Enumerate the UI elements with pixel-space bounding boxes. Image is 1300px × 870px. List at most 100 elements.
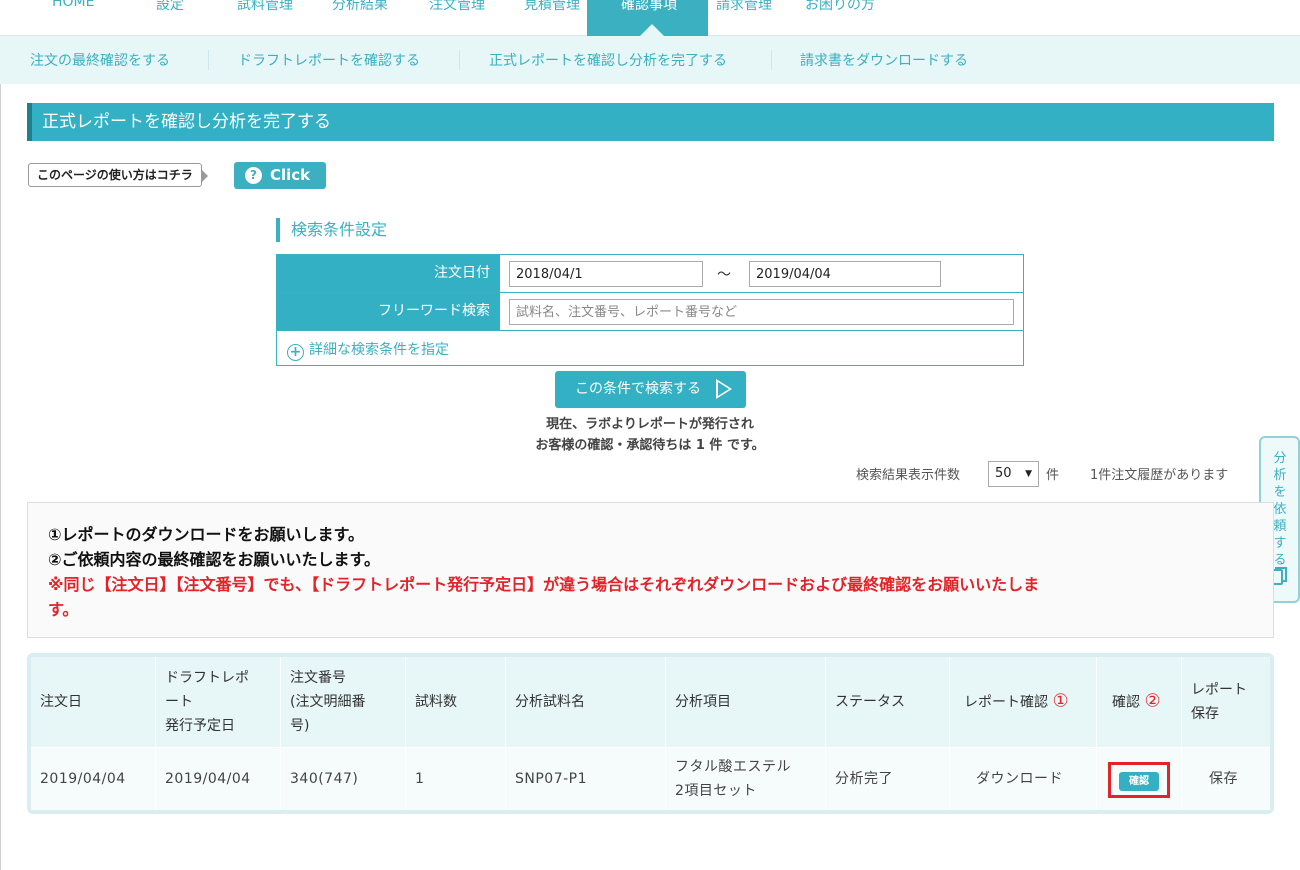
th-report-save-line2: 保存 <box>1191 706 1219 722</box>
confirm-highlight-box: 確認 <box>1108 762 1170 798</box>
confirm-button[interactable]: 確認 <box>1119 772 1159 791</box>
td-analysis-item-line2: 2項目セット <box>675 783 757 799</box>
active-nav-arrow <box>640 24 664 36</box>
nav-confirmation[interactable]: 確認事項 <box>621 0 677 14</box>
th-report-confirm-text: レポート確認 <box>964 694 1048 711</box>
plus-circle-icon: + <box>287 344 304 361</box>
sub-nav: 注文の最終確認をする ドラフトレポートを確認する 正式レポートを確認し分析を完了… <box>0 36 1300 84</box>
td-analysis-item-line1: フタル酸エステル <box>675 759 791 775</box>
th-order-date: 注文日 <box>31 657 156 747</box>
th-report-save-line1: レポート <box>1191 682 1247 698</box>
save-report-link[interactable]: 保存 <box>1209 767 1238 791</box>
howto-click-button[interactable]: ? Click <box>234 162 326 189</box>
subnav-invoice-download[interactable]: 請求書をダウンロードする <box>800 50 968 70</box>
global-nav: HOME 設定 試料管理 分析結果 注文管理 見積管理 確認事項 請求管理 お困… <box>0 0 1300 36</box>
nav-home[interactable]: HOME <box>52 0 94 10</box>
pending-line-1: 現在、ラボよりレポートが発行され <box>546 417 754 432</box>
td-sample-count: 1 <box>406 748 506 810</box>
th-sample-count-label: 試料数 <box>415 694 457 710</box>
search-form: 注文日付 〜 フリーワード検索 + 詳細な検索条件を指定 <box>276 254 1024 366</box>
nav-help[interactable]: お困りの方 <box>805 0 875 14</box>
nav-analysis-results[interactable]: 分析結果 <box>332 0 388 14</box>
th-confirm-text: 確認 <box>1112 694 1140 711</box>
subnav-final-order-confirm[interactable]: 注文の最終確認をする <box>30 50 170 70</box>
detail-search-link[interactable]: + 詳細な検索条件を指定 <box>287 339 449 361</box>
th-order-date-label: 注文日 <box>40 694 82 710</box>
result-count-label: 検索結果表示件数 <box>856 468 961 483</box>
td-order-date: 2019/04/04 <box>31 748 156 810</box>
search-submit-label: この条件で検索する <box>575 381 701 397</box>
pending-message: 現在、ラボよりレポートが発行され お客様の確認・承認待ちは 1 件 です。 <box>440 414 860 456</box>
th-sample-name: 分析試料名 <box>506 657 666 747</box>
th-confirm: 確認 ② <box>1097 657 1182 747</box>
th-draft-date-label: ドラフトレポ ート 発行予定日 <box>165 666 249 738</box>
th-status: ステータス <box>826 657 950 747</box>
nav-quote-management[interactable]: 見積管理 <box>524 0 580 14</box>
order-number-link[interactable]: 340(747) <box>290 767 358 791</box>
th-order-no: 注文番号 (注文明細番 号) <box>281 657 406 747</box>
download-report-link[interactable]: ダウンロード <box>976 767 1063 791</box>
play-arrow-icon <box>716 379 732 399</box>
td-report-save: 保存 <box>1182 748 1270 810</box>
notice-box: ①レポートのダウンロードをお願いします。 ②ご依頼内容の最終確認をお願いいたしま… <box>27 502 1274 638</box>
question-icon: ? <box>245 167 262 184</box>
search-submit-button[interactable]: この条件で検索する <box>555 371 746 408</box>
th-status-label: ステータス <box>835 694 905 710</box>
td-sample-name: SNP07-P1 <box>506 748 666 810</box>
th-report-confirm-num: ① <box>1052 690 1069 712</box>
subnav-draft-report[interactable]: ドラフトレポートを確認する <box>238 50 420 70</box>
nav-order-management[interactable]: 注文管理 <box>429 0 485 14</box>
howto-label: このページの使い方はコチラ <box>28 163 208 187</box>
result-count-unit: 件 <box>1046 468 1060 483</box>
search-heading: 検索条件設定 <box>276 218 387 242</box>
freeword-label: フリーワード検索 <box>277 293 500 330</box>
howto-click-label: Click <box>270 166 311 184</box>
result-count-value: 50 <box>995 466 1012 481</box>
th-analysis-item-label: 分析項目 <box>675 694 731 710</box>
table-row: 2019/04/04 2019/04/04 340(747) 1 SNP07-P… <box>31 748 1270 810</box>
freeword-input[interactable] <box>509 299 1014 325</box>
td-analysis-item: フタル酸エステル 2項目セット <box>666 748 826 810</box>
order-history-count: 1件注文履歴があります <box>1090 468 1229 483</box>
notice-line-2: ②ご依頼内容の最終確認をお願いいたします。 <box>48 550 380 569</box>
date-to-input[interactable] <box>749 261 941 287</box>
td-status: 分析完了 <box>826 748 950 810</box>
date-from-input[interactable] <box>509 261 703 287</box>
td-sample-count-value: 1 <box>415 771 425 787</box>
nav-sample-management[interactable]: 試料管理 <box>237 0 293 14</box>
td-draft-date-value: 2019/04/04 <box>165 771 251 787</box>
nav-settings[interactable]: 設定 <box>156 0 184 14</box>
th-report-confirm: レポート確認 ① <box>950 657 1097 747</box>
th-order-no-line1: 注文番号 <box>290 670 346 686</box>
td-sample-name-value: SNP07-P1 <box>515 771 588 787</box>
th-draft-line1: ドラフトレポ <box>165 670 249 686</box>
th-report-save: レポート 保存 <box>1182 657 1270 747</box>
notice-line-1: ①レポートのダウンロードをお願いします。 <box>48 525 364 544</box>
page-border <box>0 0 1 870</box>
td-confirm: 確認 <box>1097 748 1182 810</box>
table-header: 注文日 ドラフトレポ ート 発行予定日 注文番号 (注文明細番 号) 試料数 分… <box>31 657 1270 747</box>
subnav-divider <box>208 50 209 70</box>
td-report-confirm: ダウンロード <box>950 748 1097 810</box>
th-draft-line2: ート <box>165 694 193 710</box>
notice-warning-2: す。 <box>48 600 79 619</box>
detail-search-label: 詳細な検索条件を指定 <box>309 342 449 358</box>
order-date-label: 注文日付 <box>277 255 500 292</box>
subnav-official-report[interactable]: 正式レポートを確認し分析を完了する <box>489 50 727 70</box>
th-confirm-label: 確認 ② <box>1112 690 1161 715</box>
pending-line-2: お客様の確認・承認待ちは 1 件 です。 <box>535 438 765 453</box>
result-count-select[interactable]: 50 ▼ <box>988 461 1039 487</box>
freeword-row: フリーワード検索 <box>277 293 1023 331</box>
subnav-divider <box>459 50 460 70</box>
td-analysis-item-value: フタル酸エステル 2項目セット <box>675 755 791 803</box>
th-sample-count: 試料数 <box>406 657 506 747</box>
th-order-no-line2: (注文明細番 <box>290 694 366 710</box>
th-draft-line3: 発行予定日 <box>165 718 235 734</box>
subnav-divider <box>771 50 772 70</box>
th-sample-name-label: 分析試料名 <box>515 694 585 710</box>
nav-billing[interactable]: 請求管理 <box>716 0 772 14</box>
th-draft-date: ドラフトレポ ート 発行予定日 <box>156 657 281 747</box>
td-draft-date: 2019/04/04 <box>156 748 281 810</box>
td-order-no: 340(747) <box>281 748 406 810</box>
th-order-no-line3: 号) <box>290 718 310 734</box>
